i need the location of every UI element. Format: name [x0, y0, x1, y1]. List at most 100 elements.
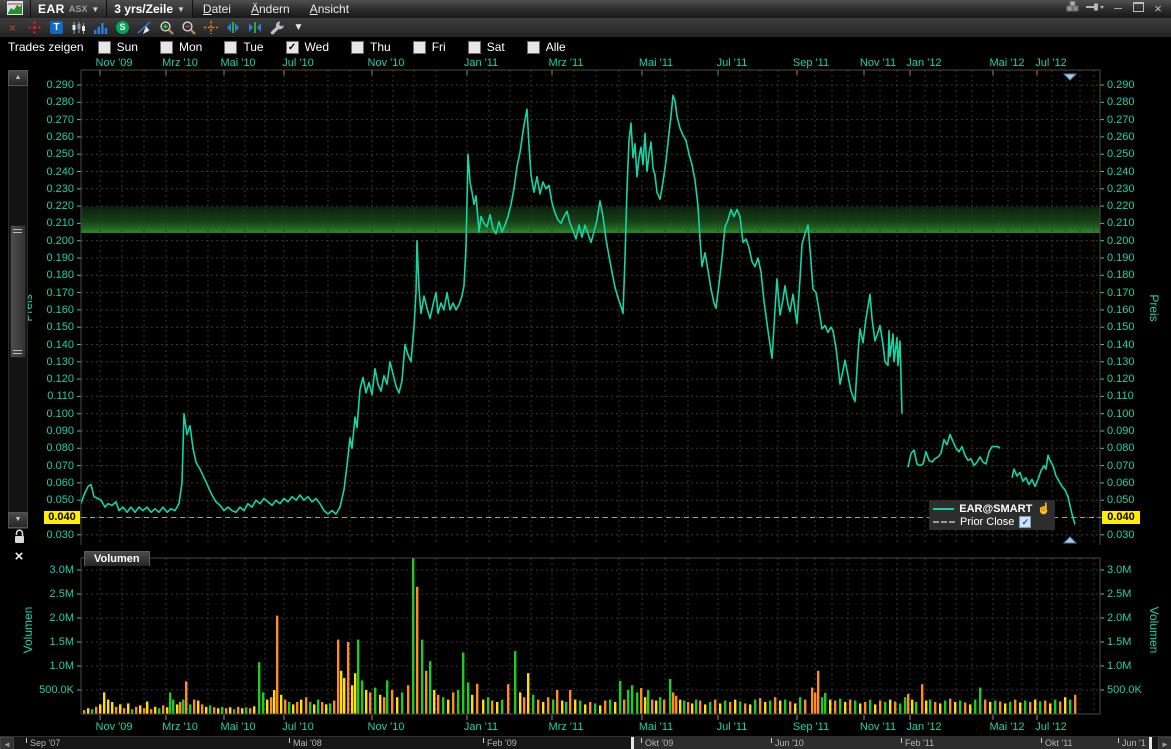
day-filter-tue[interactable]: Tue — [224, 40, 263, 54]
volume-axis-title-left: Volumen — [21, 607, 35, 654]
month-label-top: Mrz '11 — [538, 57, 594, 69]
day-filter-thu[interactable]: Thu — [351, 40, 391, 54]
day-filter-mon[interactable]: Mon — [160, 40, 202, 54]
minimize-button[interactable]: ─ — [1111, 2, 1125, 16]
price-axis-label: 0.120 — [1107, 373, 1147, 385]
menu-ndern[interactable]: Ändern — [241, 0, 300, 18]
price-axis-label: 0.070 — [34, 460, 74, 472]
month-label-top: Jul '11 — [704, 57, 760, 69]
price-axis-label: 0.140 — [34, 339, 74, 351]
more-tools-icon[interactable]: ▼ — [290, 20, 307, 36]
price-scrollbar-thumb[interactable] — [10, 225, 26, 358]
day-label: Sat — [487, 40, 505, 54]
settings-wrench-icon[interactable] — [268, 20, 285, 36]
menu-bar: DateiÄndernAnsicht — [193, 0, 359, 18]
day-filter-sun[interactable]: Sun — [98, 40, 138, 54]
minimap-date-label: Jun '1 — [1122, 738, 1146, 748]
target-icon[interactable] — [26, 20, 43, 36]
close-volume-pane-icon[interactable]: × — [11, 550, 27, 564]
day-filter-fri[interactable]: Fri — [413, 40, 446, 54]
linked-windows-icon[interactable] — [1066, 1, 1080, 17]
symbol-dropdown[interactable]: EAR ASX ▼ — [31, 0, 107, 18]
zoom-in-icon[interactable] — [158, 20, 175, 36]
price-axis-label: 0.250 — [1107, 148, 1147, 160]
checkbox-fri[interactable] — [413, 41, 426, 54]
month-label-bottom: Mrz '10 — [152, 721, 208, 733]
price-axis-label: 0.280 — [1107, 96, 1147, 108]
checkbox-wed[interactable]: ✓ — [286, 41, 299, 54]
volume-axis-label: 1.0M — [34, 660, 74, 672]
price-axis-label: 0.120 — [34, 373, 74, 385]
prior-close-line-sample — [933, 521, 955, 523]
compress-bars-icon[interactable] — [246, 20, 263, 36]
price-axis-label: 0.110 — [1107, 390, 1147, 402]
day-filter-sat[interactable]: Sat — [468, 40, 505, 54]
crosshair-icon[interactable] — [202, 20, 219, 36]
last-price-tag-right: 0.040 — [1102, 511, 1140, 524]
scroll-right-button[interactable]: ► — [1158, 737, 1171, 749]
price-axis-label: 0.240 — [34, 166, 74, 178]
checkbox-alle[interactable] — [527, 41, 540, 54]
volume-pane-tab[interactable]: Volumen — [84, 551, 150, 566]
unlock-icon[interactable] — [11, 529, 27, 550]
bar-chart-icon[interactable] — [92, 20, 109, 36]
price-axis-label: 0.100 — [34, 408, 74, 420]
text-tool-icon[interactable]: T — [48, 20, 65, 36]
price-axis-label: 0.290 — [1107, 79, 1147, 91]
price-axis-label: 0.080 — [1107, 442, 1147, 454]
price-axis-label: 0.190 — [1107, 252, 1147, 264]
checkbox-sun[interactable] — [98, 41, 111, 54]
scroll-down-button[interactable]: ▼ — [8, 512, 28, 528]
day-filter-alle[interactable]: Alle — [527, 40, 566, 54]
checkbox-thu[interactable] — [351, 41, 364, 54]
checkbox-tue[interactable] — [224, 41, 237, 54]
prior-close-checkbox[interactable]: ✓ — [1019, 516, 1031, 528]
candlestick-chart-icon[interactable] — [70, 20, 87, 36]
series-line-sample — [933, 508, 954, 510]
pin-icon[interactable] — [1086, 2, 1105, 16]
maximize-button[interactable] — [1131, 2, 1145, 16]
menu-ansicht[interactable]: Ansicht — [300, 0, 359, 18]
day-label: Thu — [370, 40, 391, 54]
volume-axis-label: 2.5M — [34, 588, 74, 600]
price-axis-label: 0.230 — [1107, 183, 1147, 195]
day-label: Alle — [546, 40, 566, 54]
expand-bars-icon[interactable] — [224, 20, 241, 36]
time-range-scrollbar[interactable]: Sep '07Mai '08Feb '09Okt '09Jun '10Feb '… — [0, 736, 1171, 749]
volume-axis-label: 3.0M — [34, 564, 74, 576]
scroll-left-button[interactable]: ◄ — [0, 737, 14, 749]
range-end-handle[interactable] — [1149, 737, 1152, 749]
price-axis-label: 0.160 — [34, 304, 74, 316]
price-axis-label: 0.090 — [34, 425, 74, 437]
price-axis-label: 0.030 — [1107, 529, 1147, 541]
delete-icon[interactable]: × — [4, 20, 21, 36]
price-axis-label: 0.210 — [34, 217, 74, 229]
checkbox-sat[interactable] — [468, 41, 481, 54]
minimap-tick — [641, 738, 642, 743]
chart-canvas — [0, 0, 1171, 749]
day-filter-wed[interactable]: ✓Wed — [286, 40, 329, 54]
minimap-date-label: Feb '09 — [487, 738, 517, 748]
price-axis-label: 0.230 — [34, 183, 74, 195]
timeframe-dropdown[interactable]: 3 yrs/Zeile ▼ — [107, 0, 193, 18]
price-axis-label: 0.080 — [34, 442, 74, 454]
menu-datei[interactable]: Datei — [193, 0, 241, 18]
minimap-date-label: Okt '11 — [1045, 738, 1073, 748]
scroll-up-button[interactable]: ▲ — [8, 70, 28, 86]
minimap-tick — [1041, 738, 1042, 743]
day-label: Sun — [117, 40, 138, 54]
trendline-tool-icon[interactable] — [136, 20, 153, 36]
smart-route-icon[interactable]: S — [114, 20, 131, 36]
price-axis-label: 0.170 — [1107, 287, 1147, 299]
price-axis-label: 0.260 — [1107, 131, 1147, 143]
day-label: Mon — [179, 40, 202, 54]
price-axis-label: 0.050 — [34, 494, 74, 506]
close-button[interactable]: × — [1151, 2, 1165, 16]
checkbox-mon[interactable] — [160, 41, 173, 54]
price-axis-label: 0.150 — [34, 321, 74, 333]
range-start-handle[interactable] — [631, 737, 634, 749]
price-axis-label: 0.260 — [34, 131, 74, 143]
zoom-out-icon[interactable] — [180, 20, 197, 36]
month-label-top: Mrz '10 — [152, 57, 208, 69]
minimap-tick — [771, 738, 772, 743]
